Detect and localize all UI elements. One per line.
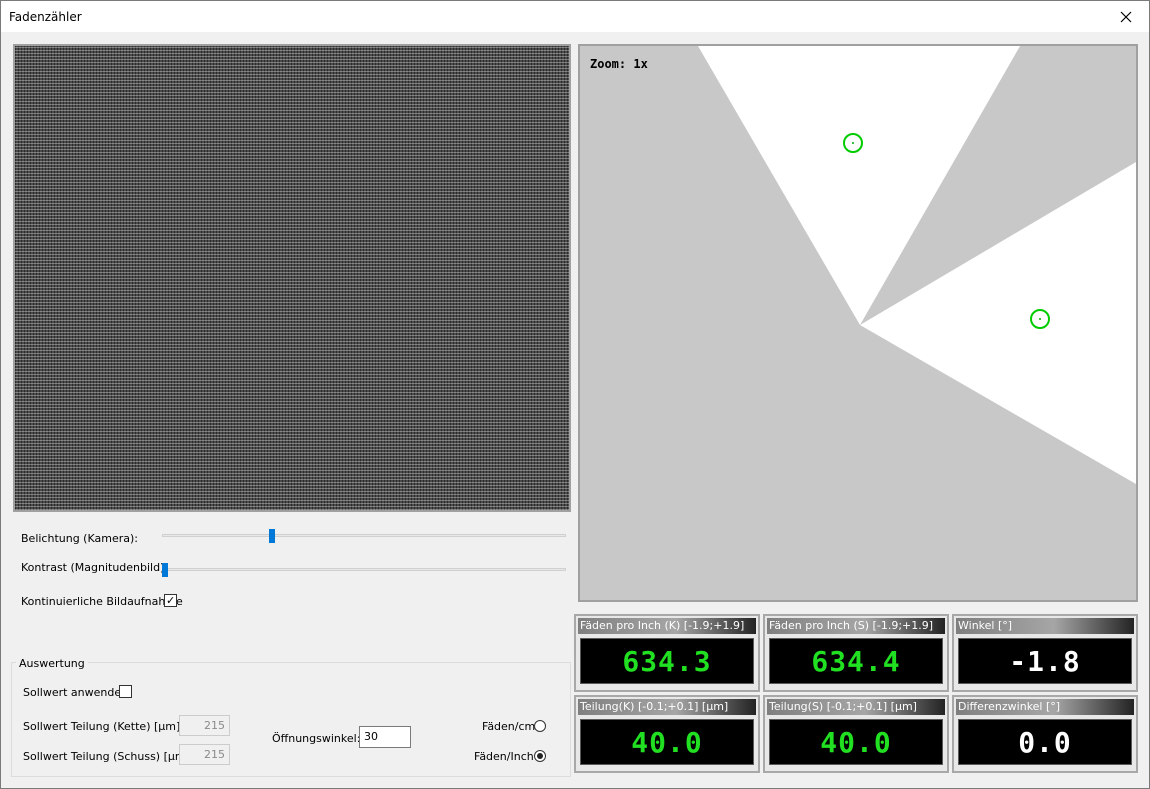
continuous-capture-checkbox[interactable]: ✓ (164, 594, 177, 607)
opening-angle-label: Öffnungswinkel: (272, 732, 361, 745)
continuous-capture-label: Kontinuierliche Bildaufnahme (21, 595, 183, 608)
contrast-slider-track (162, 568, 566, 571)
panel-value: 40.0 (580, 719, 754, 765)
title-bar: Fadenzähler (1, 1, 1149, 32)
panel-value: 634.3 (580, 638, 754, 684)
magnitude-image: Zoom: 1x (578, 44, 1138, 602)
contrast-slider-thumb[interactable] (162, 563, 168, 577)
panel-value: 40.0 (769, 719, 943, 765)
panel-header: Fäden pro Inch (K) [-1.9;+1.9] (578, 618, 756, 634)
close-button[interactable] (1103, 1, 1149, 32)
unit-inch-label: Fäden/Inch (474, 750, 534, 763)
panel-header: Teilung(K) [-0.1;+0.1] [µm] (578, 699, 756, 715)
opening-angle-input[interactable]: 30 (359, 726, 411, 748)
weft-target-input[interactable]: 215 (179, 744, 230, 765)
close-icon (1120, 11, 1132, 22)
panel-pitch-warp: Teilung(K) [-0.1;+0.1] [µm] 40.0 (574, 695, 760, 773)
warp-target-label: Sollwert Teilung (Kette) [µm]: (23, 720, 184, 733)
unit-inch-radio[interactable] (534, 750, 546, 762)
exposure-slider-track (162, 534, 566, 537)
unit-cm-radio[interactable] (534, 720, 546, 732)
panel-threads-per-inch-weft: Fäden pro Inch (S) [-1.9;+1.9] 634.4 (763, 614, 949, 692)
zoom-label: Zoom: 1x (590, 57, 648, 71)
peak-marker-top-center (852, 142, 854, 144)
exposure-label: Belichtung (Kamera): (21, 532, 138, 545)
contrast-slider[interactable] (162, 563, 566, 577)
panel-angle: Winkel [°] -1.8 (952, 614, 1138, 692)
checkmark-icon: ✓ (166, 594, 176, 607)
peak-marker-right-center (1039, 318, 1041, 320)
warp-target-input[interactable]: 215 (179, 715, 230, 736)
main-window: Fadenzähler Zoom: 1x Belichtung (Kamera)… (0, 0, 1150, 789)
camera-image (13, 44, 571, 512)
panel-value: -1.8 (958, 638, 1132, 684)
exposure-slider[interactable] (162, 529, 566, 543)
unit-cm-label: Fäden/cm (482, 720, 536, 733)
contrast-label: Kontrast (Magnitudenbild): (21, 561, 169, 574)
panel-threads-per-inch-warp: Fäden pro Inch (K) [-1.9;+1.9] 634.3 (574, 614, 760, 692)
magnitude-plot (698, 46, 1136, 484)
weft-target-label: Sollwert Teilung (Schuss) [µm]: (23, 750, 194, 763)
apply-target-checkbox[interactable] (119, 685, 132, 698)
apply-target-label: Sollwert anwenden (23, 686, 129, 699)
radio-dot-icon (537, 753, 543, 759)
panel-header: Winkel [°] (956, 618, 1134, 634)
panel-difference-angle: Differenzwinkel [°] 0.0 (952, 695, 1138, 773)
panel-header: Differenzwinkel [°] (956, 699, 1134, 715)
panel-pitch-weft: Teilung(S) [-0.1;+0.1] [µm] 40.0 (763, 695, 949, 773)
panel-header: Fäden pro Inch (S) [-1.9;+1.9] (767, 618, 945, 634)
evaluation-group-title: Auswertung (16, 657, 88, 670)
panel-header: Teilung(S) [-0.1;+0.1] [µm] (767, 699, 945, 715)
window-title: Fadenzähler (9, 10, 82, 24)
panel-value: 634.4 (769, 638, 943, 684)
panel-value: 0.0 (958, 719, 1132, 765)
exposure-slider-thumb[interactable] (269, 529, 276, 543)
